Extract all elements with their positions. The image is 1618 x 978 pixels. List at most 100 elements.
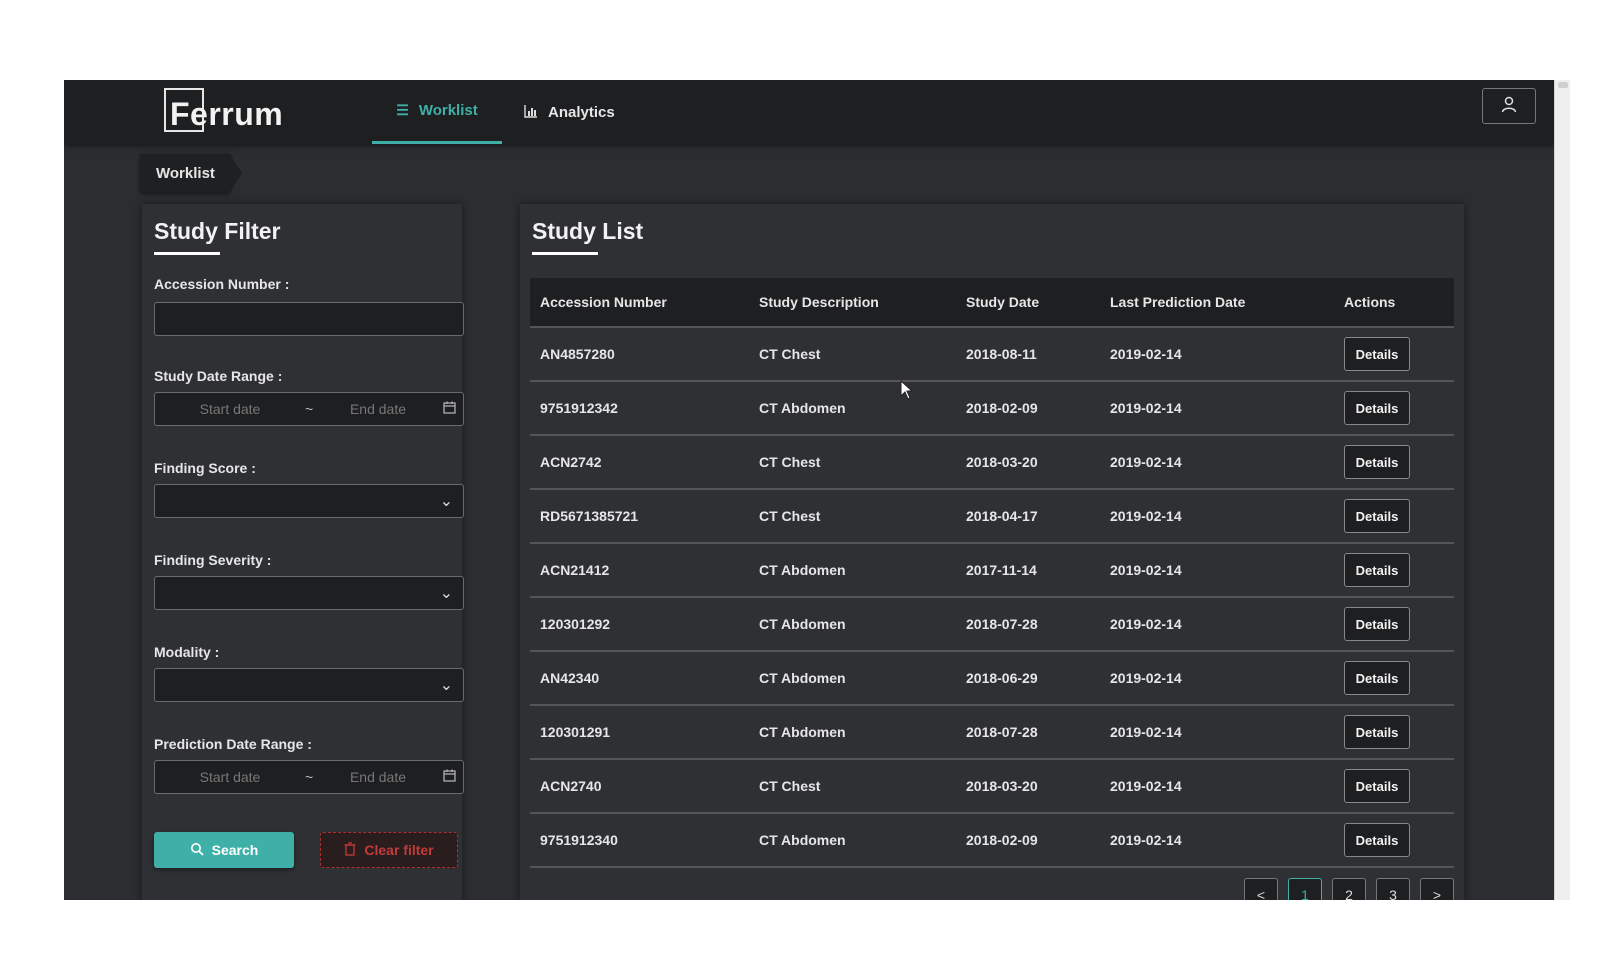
details-button[interactable]: Details: [1344, 445, 1410, 479]
tab-analytics[interactable]: Analytics: [524, 80, 615, 144]
cell-actions: Details: [1334, 337, 1454, 371]
pagination-page-1[interactable]: 1: [1288, 878, 1322, 900]
cell-study-date: 2018-07-28: [966, 616, 1038, 632]
table-row[interactable]: ACN2740 CT Chest 2018-03-20 2019-02-14 D…: [530, 760, 1454, 814]
study-start-date[interactable]: Start date: [155, 401, 305, 417]
cell-description: CT Chest: [759, 346, 821, 362]
cell-actions: Details: [1334, 445, 1454, 479]
header-study-date[interactable]: Study Date: [956, 294, 1100, 310]
table-row[interactable]: 120301292 CT Abdomen 2018-07-28 2019-02-…: [530, 598, 1454, 652]
details-button[interactable]: Details: [1344, 337, 1410, 371]
cell-actions: Details: [1334, 769, 1454, 803]
study-filter-panel: Study Filter Accession Number : Study Da…: [142, 204, 464, 900]
cell-study-date: 2018-02-09: [966, 400, 1038, 416]
tab-worklist[interactable]: ☰ Worklist: [372, 80, 502, 144]
details-button[interactable]: Details: [1344, 823, 1410, 857]
table-row[interactable]: 9751912342 CT Abdomen 2018-02-09 2019-02…: [530, 382, 1454, 436]
details-button[interactable]: Details: [1344, 769, 1410, 803]
user-menu-button[interactable]: [1482, 88, 1536, 124]
cell-study-date: 2018-08-11: [966, 346, 1037, 362]
cell-prediction-date: 2019-02-14: [1110, 724, 1182, 740]
table-row[interactable]: 9751912340 CT Abdomen 2018-02-09 2019-02…: [530, 814, 1454, 868]
logo[interactable]: Ferrum: [164, 88, 283, 136]
modality-select[interactable]: ⌄: [154, 668, 464, 702]
prediction-date-range-picker[interactable]: Start date ~ End date: [154, 760, 464, 794]
pagination-next-button[interactable]: >: [1420, 878, 1454, 900]
details-button[interactable]: Details: [1344, 715, 1410, 749]
filter-title-underline: [154, 252, 220, 255]
search-icon: [190, 842, 204, 859]
window-scrollbar[interactable]: [1554, 80, 1570, 900]
cell-actions: Details: [1334, 823, 1454, 857]
cell-study-date: 2018-07-28: [966, 724, 1038, 740]
study-end-date[interactable]: End date: [313, 401, 443, 417]
bar-chart-icon: [524, 104, 538, 121]
cell-study-date: 2018-03-20: [966, 778, 1038, 794]
finding-severity-select[interactable]: ⌄: [154, 576, 464, 610]
cell-accession: AN4857280: [540, 346, 615, 362]
accession-number-input[interactable]: [155, 303, 463, 335]
finding-score-select[interactable]: ⌄: [154, 484, 464, 518]
app-window: Ferrum ☰ Worklist Analytics Worklist Stu…: [64, 80, 1570, 900]
study-date-range-picker[interactable]: Start date ~ End date: [154, 392, 464, 426]
details-button[interactable]: Details: [1344, 499, 1410, 533]
chevron-down-icon: ⌄: [439, 493, 453, 510]
pagination-prev-button[interactable]: <: [1244, 878, 1278, 900]
modality-label: Modality :: [154, 644, 220, 660]
table-row[interactable]: ACN2742 CT Chest 2018-03-20 2019-02-14 D…: [530, 436, 1454, 490]
cell-study-date: 2018-03-20: [966, 454, 1038, 470]
cell-prediction-date: 2019-02-14: [1110, 616, 1182, 632]
details-button[interactable]: Details: [1344, 553, 1410, 587]
prediction-end-date[interactable]: End date: [313, 769, 443, 785]
breadcrumb[interactable]: Worklist: [140, 154, 242, 192]
study-table: Accession Number Study Description Study…: [530, 278, 1454, 868]
header-study-description[interactable]: Study Description: [749, 294, 956, 310]
cell-prediction-date: 2019-02-14: [1110, 400, 1182, 416]
prediction-start-date[interactable]: Start date: [155, 769, 305, 785]
calendar-icon: [443, 401, 463, 417]
header-actions: Actions: [1344, 294, 1396, 310]
cell-prediction-date: 2019-02-14: [1110, 670, 1182, 686]
scrollbar-thumb[interactable]: [1558, 82, 1568, 88]
cell-description: CT Abdomen: [759, 616, 846, 632]
calendar-icon: [443, 769, 463, 785]
table-row[interactable]: AN4857280 CT Chest 2018-08-11 2019-02-14…: [530, 328, 1454, 382]
cell-study-date: 2018-06-29: [966, 670, 1038, 686]
study-list-panel: Study List Accession Number Study Descri…: [520, 204, 1464, 900]
cell-description: CT Abdomen: [759, 562, 846, 578]
cell-description: CT Abdomen: [759, 724, 846, 740]
cell-accession: RD5671385721: [540, 508, 639, 524]
cell-actions: Details: [1334, 715, 1454, 749]
details-button[interactable]: Details: [1344, 661, 1410, 695]
list-title-underline: [532, 252, 598, 255]
cell-prediction-date: 2019-02-14: [1110, 508, 1182, 524]
prediction-date-label: Prediction Date Range :: [154, 736, 312, 752]
pagination-page-2[interactable]: 2: [1332, 878, 1366, 900]
cell-description: CT Abdomen: [759, 832, 846, 848]
accession-field-wrapper: [154, 302, 464, 336]
table-row[interactable]: 120301291 CT Abdomen 2018-07-28 2019-02-…: [530, 706, 1454, 760]
details-button[interactable]: Details: [1344, 391, 1410, 425]
details-button[interactable]: Details: [1344, 607, 1410, 641]
header-accession-number[interactable]: Accession Number: [530, 294, 749, 310]
cell-actions: Details: [1334, 553, 1454, 587]
cell-accession: ACN2740: [540, 778, 602, 794]
mouse-cursor-icon: [900, 379, 914, 405]
cell-actions: Details: [1334, 661, 1454, 695]
table-row[interactable]: AN42340 CT Abdomen 2018-06-29 2019-02-14…: [530, 652, 1454, 706]
range-separator: ~: [305, 401, 314, 417]
pagination-page-3[interactable]: 3: [1376, 878, 1410, 900]
cell-prediction-date: 2019-02-14: [1110, 778, 1182, 794]
table-row[interactable]: RD5671385721 CT Chest 2018-04-17 2019-02…: [530, 490, 1454, 544]
clear-filter-button[interactable]: Clear filter: [320, 832, 458, 868]
cell-actions: Details: [1334, 391, 1454, 425]
header-last-prediction-date[interactable]: Last Prediction Date: [1100, 294, 1334, 310]
cell-accession: ACN2742: [540, 454, 602, 470]
search-button[interactable]: Search: [154, 832, 294, 868]
cell-description: CT Chest: [759, 508, 821, 524]
study-date-label: Study Date Range :: [154, 368, 283, 384]
table-row[interactable]: ACN21412 CT Abdomen 2017-11-14 2019-02-1…: [530, 544, 1454, 598]
cell-accession: 9751912342: [540, 400, 618, 416]
cell-prediction-date: 2019-02-14: [1110, 832, 1182, 848]
user-icon: [1500, 95, 1518, 118]
